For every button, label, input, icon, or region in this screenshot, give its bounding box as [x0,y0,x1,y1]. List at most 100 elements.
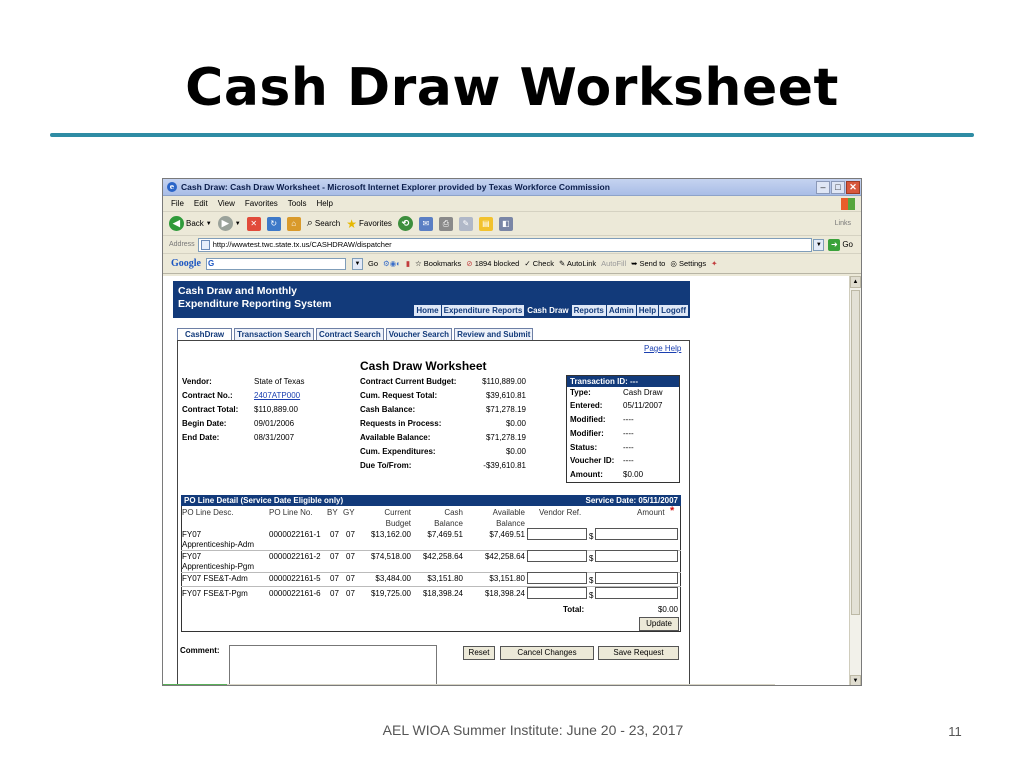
app-header: Cash Draw and Monthly Expenditure Report… [173,281,690,318]
row1-cash: $7,469.51 [427,530,463,539]
menu-tools[interactable]: Tools [288,199,307,208]
nav-expenditure-reports[interactable]: Expenditure Reports [441,305,525,316]
tab-review-submit[interactable]: Review and Submit [454,328,534,340]
page-number: 11 [948,724,962,739]
row4-amount-input[interactable] [595,587,678,599]
title-divider [50,133,974,137]
nav-help[interactable]: Help [636,305,659,316]
menu-file[interactable]: File [171,199,184,208]
page-help-link[interactable]: Page Help [644,344,681,353]
col-vendor-ref: Vendor Ref. [539,508,582,517]
row2-amount-input[interactable] [595,550,678,562]
row1-desc: FY07 [182,530,202,539]
autofill-button[interactable]: AutoFill [601,259,626,268]
col-po-line-desc: PO Line Desc. [182,508,234,517]
row2-po-no: 0000022161-2 [269,552,321,561]
row3-po-no: 0000022161-5 [269,574,321,583]
dtf-label: Due To/From: [360,461,412,470]
comment-textarea[interactable] [229,645,437,685]
address-dropdown[interactable]: ▼ [813,238,825,251]
tab-transaction-search[interactable]: Transaction Search [234,328,314,340]
popup-blocker[interactable]: ⊘ 1894 blocked [466,259,519,268]
row3-by: 07 [330,574,339,583]
go-arrow-icon: ➜ [828,238,841,251]
sendto-button[interactable]: ➥ Send to [631,259,665,268]
menu-edit[interactable]: Edit [194,199,208,208]
print-icon[interactable]: ⎙ [438,216,453,231]
po-header-left: PO Line Detail (Service Date Eligible on… [184,496,344,505]
row3-vendor-ref-input[interactable] [527,572,587,584]
row4-desc: FY07 FSE&T-Pgm [182,589,248,598]
go-button[interactable]: ➜ Go [828,238,853,251]
edit-icon[interactable]: ✎ [458,216,473,231]
autolink-button[interactable]: ✎ AutoLink [559,259,596,268]
row1-available: $7,469.51 [489,530,525,539]
nav-home[interactable]: Home [414,305,441,316]
google-toolbar: Google G ▼ Go ⚙◉◐ ▮ ☆ Bookmarks ⊘ 1894 b… [163,254,861,274]
history-icon[interactable]: ⟲ [397,216,413,231]
settings-button[interactable]: ◎ Settings [670,259,706,268]
links-label[interactable]: Links [835,220,851,227]
messenger-icon[interactable]: ◧ [498,216,513,231]
progress-indicator [163,684,227,685]
bookmarks-button[interactable]: ☆ Bookmarks [415,259,461,268]
row2-gy: 07 [346,552,355,561]
type-label: Type: [570,388,591,397]
dtf-value: -$39,610.81 [483,461,526,470]
col-po-line-no: PO Line No. [269,508,313,517]
contract-no-link[interactable]: 2407ATP000 [254,391,300,400]
google-go-button[interactable]: Go [368,259,378,268]
favorites-button[interactable]: ★ Favorites [346,217,392,231]
google-search-dropdown[interactable]: ▼ [352,257,363,270]
nav-cash-draw[interactable]: Cash Draw [525,305,571,316]
search-button[interactable]: ⌕ Search [307,217,341,230]
back-button[interactable]: ◀ Back ▼ [169,216,212,231]
contract-total-value: $110,889.00 [254,405,298,414]
close-button[interactable]: ✕ [846,180,860,194]
row1-amount-input[interactable] [595,528,678,540]
refresh-icon[interactable]: ↻ [266,216,281,231]
nav-admin[interactable]: Admin [606,305,636,316]
google-search-input[interactable]: G [206,257,346,270]
col-available: Available [492,508,525,517]
nav-reports[interactable]: Reports [571,305,606,316]
top-nav: Home Expenditure Reports Cash Draw Repor… [414,305,688,316]
google-tools-icons[interactable]: ⚙◉◐ [383,259,401,268]
row2-vendor-ref-input[interactable] [527,550,587,562]
save-request-button[interactable]: Save Request [598,646,679,660]
discuss-icon[interactable]: ▤ [478,216,493,231]
menu-help[interactable]: Help [316,199,332,208]
scroll-down-icon[interactable]: ▼ [850,675,861,685]
voucher-label: Voucher ID: [570,456,615,465]
row4-vendor-ref-input[interactable] [527,587,587,599]
nav-logoff[interactable]: Logoff [659,305,688,316]
status-label: Status: [570,443,598,452]
cancel-changes-button[interactable]: Cancel Changes [500,646,594,660]
mail-icon[interactable]: ✉ [418,216,433,231]
row3-amount-input[interactable] [595,572,678,584]
update-button[interactable]: Update [639,617,679,631]
contract-no-label: Contract No.: [182,391,233,400]
forward-arrow-icon: ▶ [217,216,233,231]
tab-contract-search[interactable]: Contract Search [315,328,384,340]
scroll-thumb[interactable] [851,290,860,615]
menu-bar: File Edit View Favorites Tools Help [163,196,861,212]
row2-cash: $42,258.64 [422,552,463,561]
spellcheck-button[interactable]: ✓ Check [524,259,554,268]
address-label: Address [169,241,195,248]
row1-vendor-ref-input[interactable] [527,528,587,540]
toolbar-options-icon[interactable]: ✦ [711,259,717,268]
address-input[interactable]: http://wwwtest.twc.state.tx.us/CASHDRAW/… [197,237,813,252]
tab-voucher-search[interactable]: Voucher Search [385,328,453,340]
menu-favorites[interactable]: Favorites [245,199,278,208]
forward-button[interactable]: ▶ ▼ [217,216,241,231]
menu-view[interactable]: View [218,199,235,208]
vertical-scrollbar[interactable]: ▲ ▼ [849,276,861,685]
stop-icon[interactable]: ✕ [246,216,261,231]
reset-button[interactable]: Reset [463,646,495,660]
maximize-button[interactable]: □ [831,180,845,194]
scroll-up-icon[interactable]: ▲ [850,276,861,288]
home-icon[interactable]: ⌂ [286,216,301,231]
minimize-button[interactable]: – [816,180,830,194]
tab-cashdraw[interactable]: CashDraw [177,328,233,340]
